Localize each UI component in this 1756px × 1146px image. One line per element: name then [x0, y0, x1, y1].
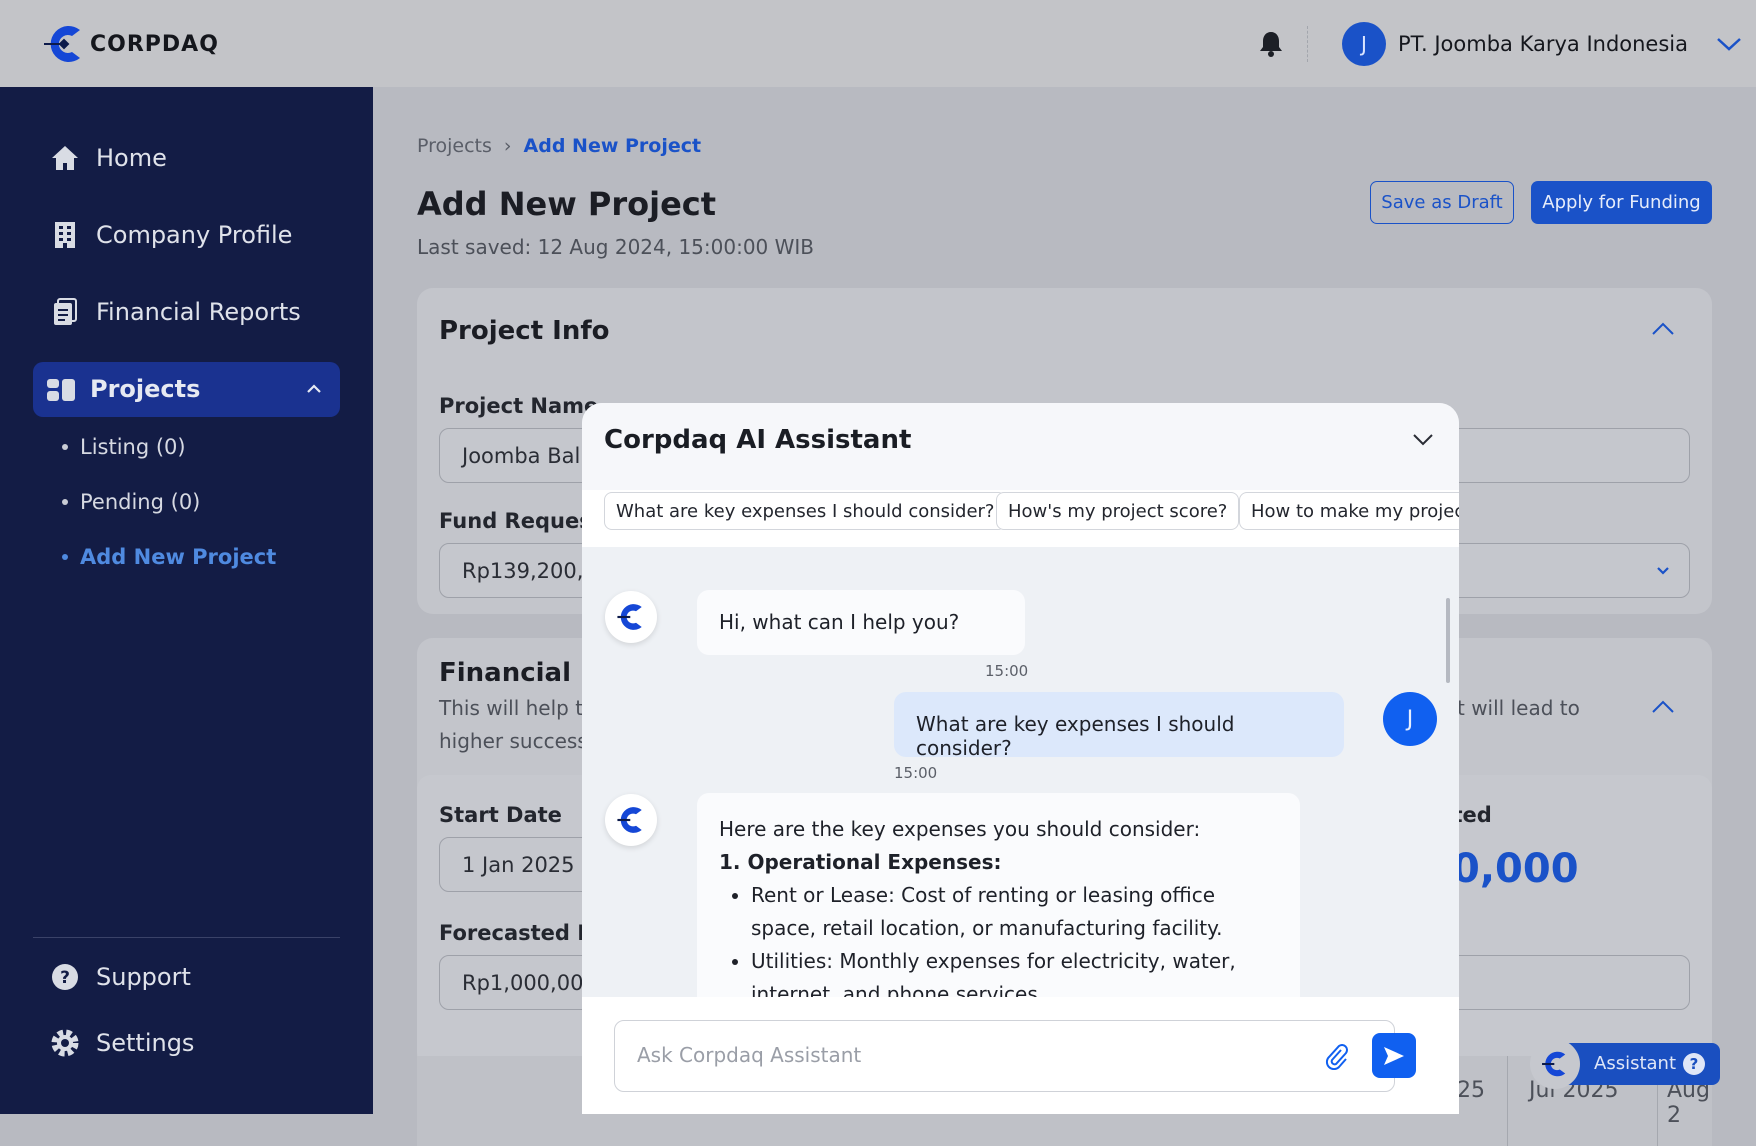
chevron-up-icon[interactable] — [1651, 320, 1675, 336]
label: Company Profile — [96, 221, 293, 249]
chevron-down-icon[interactable] — [1412, 433, 1434, 447]
breadcrumb-projects[interactable]: Projects — [417, 135, 492, 157]
apply-for-funding-button[interactable]: Apply for Funding — [1531, 181, 1712, 224]
company-name: PT. Joomba Karya Indonesia — [1398, 32, 1689, 56]
label: Financial Reports — [96, 298, 301, 326]
section-description: higher success — [439, 729, 588, 753]
send-icon — [1384, 1046, 1404, 1065]
ai-assistant-panel: Corpdaq AI Assistant What are key expens… — [582, 403, 1459, 1114]
label: Settings — [96, 1029, 195, 1057]
help-icon: ? — [50, 962, 80, 992]
input-placeholder: Ask Corpdaq Assistant — [637, 1043, 862, 1067]
sidebar-item-support[interactable]: ? Support — [50, 962, 191, 992]
label: Listing (0) — [80, 435, 186, 459]
home-icon — [50, 143, 80, 173]
chevron-up-icon — [307, 384, 321, 393]
save-draft-button[interactable]: Save as Draft — [1370, 181, 1514, 224]
top-header: CORPDAQ J PT. Joomba Karya Indonesia — [0, 0, 1756, 87]
label: Add New Project — [80, 545, 277, 569]
suggestion-chip[interactable]: What are key expenses I should consider? — [604, 492, 1007, 530]
sidebar-item-company-profile[interactable]: Company Profile — [50, 220, 292, 250]
project-name-label: Project Name — [439, 394, 599, 418]
fund-requested-summary-value: 0,000 — [1452, 846, 1579, 892]
section-title: Project Info — [439, 316, 610, 346]
month-tab[interactable]: Aug 2 — [1657, 1078, 1712, 1128]
chevron-right-icon: › — [503, 135, 512, 157]
sidebar-subitem-pending[interactable]: Pending (0) — [62, 490, 200, 514]
chevron-down-icon — [1657, 567, 1669, 575]
paperclip-icon[interactable] — [1325, 1044, 1349, 1070]
building-icon — [50, 220, 80, 250]
report-icon — [50, 297, 80, 327]
label: Support — [96, 963, 191, 991]
svg-text:?: ? — [60, 968, 70, 988]
bot-avatar-icon — [605, 794, 657, 846]
bot-avatar-icon — [605, 591, 657, 643]
logo-text: CORPDAQ — [90, 31, 219, 57]
user-message: What are key expenses I should consider? — [894, 692, 1344, 760]
chevron-up-icon[interactable] — [1651, 698, 1675, 714]
logo[interactable]: CORPDAQ — [44, 22, 219, 66]
suggestion-chip[interactable]: How to make my project — [1239, 492, 1459, 530]
account-menu[interactable]: J PT. Joomba Karya Indonesia — [1342, 22, 1742, 66]
page-title: Add New Project — [417, 185, 717, 223]
bot-message: Hi, what can I help you? — [697, 590, 1025, 655]
message-heading: 1. Operational Expenses: — [719, 850, 1002, 874]
start-date-label: Start Date — [439, 803, 562, 827]
user-avatar: J — [1383, 692, 1437, 746]
chevron-down-icon — [1717, 38, 1741, 51]
suggestion-chip[interactable]: How's my project score? — [996, 492, 1240, 530]
divider — [33, 937, 340, 938]
gear-icon — [50, 1028, 80, 1058]
panel-header: Corpdaq AI Assistant — [582, 403, 1459, 490]
section-description: t will lead to — [1457, 696, 1580, 720]
sidebar-item-projects[interactable]: Projects — [33, 362, 340, 417]
value: Rp1,000,000 — [462, 970, 597, 995]
help-icon: ? — [1683, 1053, 1705, 1075]
send-button[interactable] — [1372, 1033, 1416, 1078]
label: Home — [96, 144, 167, 172]
sidebar: Home Company Profile Financial Reports P… — [0, 87, 373, 1114]
composer: Ask Corpdaq Assistant — [582, 997, 1459, 1114]
forecast-secondary-input[interactable] — [1420, 955, 1690, 1010]
breadcrumb: Projects › Add New Project — [417, 135, 701, 157]
message-bullet: Rent or Lease: Cost of renting or leasin… — [751, 879, 1278, 945]
assistant-label: Assistant — [1594, 1053, 1677, 1074]
breadcrumb-current: Add New Project — [523, 135, 702, 157]
month-tab[interactable]: 25 — [1457, 1078, 1485, 1103]
projects-icon — [47, 379, 75, 401]
label: Projects — [90, 375, 201, 403]
divider — [1307, 26, 1308, 62]
message-text: Here are the key expenses you should con… — [719, 817, 1201, 841]
assistant-logo-icon — [1530, 1039, 1580, 1089]
last-saved-text: Last saved: 12 Aug 2024, 15:00:00 WIB — [417, 235, 815, 259]
sidebar-subitem-add-new-project[interactable]: Add New Project — [62, 545, 276, 569]
sidebar-item-financial-reports[interactable]: Financial Reports — [50, 297, 301, 327]
avatar: J — [1342, 22, 1386, 66]
label: Pending (0) — [80, 490, 201, 514]
scrollbar[interactable] — [1446, 598, 1450, 683]
assistant-button[interactable]: Assistant ? — [1530, 1039, 1720, 1089]
message-input[interactable]: Ask Corpdaq Assistant — [614, 1020, 1416, 1092]
sidebar-subitem-listing[interactable]: Listing (0) — [62, 435, 186, 459]
value: 1 Jan 2025 — [462, 852, 575, 877]
sidebar-item-settings[interactable]: Settings — [50, 1028, 194, 1058]
section-description: This will help t — [439, 696, 584, 720]
value: Joomba Balik — [462, 443, 599, 468]
corpdaq-logo-icon — [44, 26, 80, 63]
message-time: 15:00 — [985, 662, 1029, 680]
panel-title: Corpdaq AI Assistant — [604, 425, 912, 455]
sidebar-item-home[interactable]: Home — [50, 143, 167, 173]
value: Rp139,200,0 — [462, 558, 597, 583]
notification-bell-icon[interactable] — [1258, 30, 1284, 62]
message-time: 15:00 — [894, 764, 938, 782]
